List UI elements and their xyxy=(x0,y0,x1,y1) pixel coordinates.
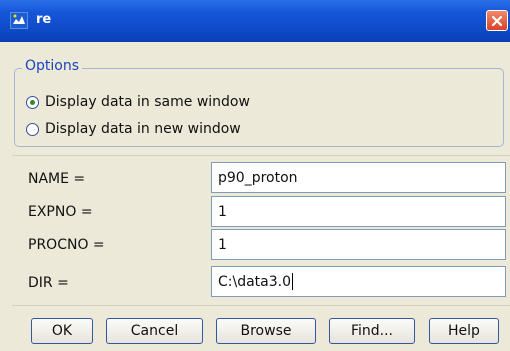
text-caret xyxy=(292,273,294,290)
dir-label: DIR = xyxy=(28,275,69,291)
radio-new-window[interactable]: Display data in new window xyxy=(26,119,241,139)
procno-field[interactable]: 1 xyxy=(211,229,506,260)
procno-value: 1 xyxy=(218,236,227,253)
help-button[interactable]: Help xyxy=(429,318,499,344)
radio-selected-dot xyxy=(30,99,35,105)
name-label: NAME = xyxy=(28,171,86,187)
title-bar[interactable]: re xyxy=(0,0,510,42)
radio-button[interactable] xyxy=(26,95,39,109)
close-icon xyxy=(491,15,503,26)
procno-label: PROCNO = xyxy=(28,237,105,253)
name-value: p90_proton xyxy=(218,169,298,186)
expno-field[interactable]: 1 xyxy=(211,196,506,227)
ok-button[interactable]: OK xyxy=(31,318,93,344)
cancel-button[interactable]: Cancel xyxy=(106,318,203,344)
dialog-window: re Options Display data in same window D… xyxy=(0,0,510,351)
radio-label: Display data in new window xyxy=(45,121,241,137)
find-button[interactable]: Find... xyxy=(329,318,415,344)
dir-value: C:\data3.0 xyxy=(218,273,292,290)
divider xyxy=(12,305,510,306)
radio-button[interactable] xyxy=(26,122,39,136)
app-icon xyxy=(10,12,28,29)
close-button[interactable] xyxy=(486,10,508,31)
options-legend: Options xyxy=(22,58,83,74)
dir-field[interactable]: C:\data3.0 xyxy=(211,266,506,297)
expno-value: 1 xyxy=(218,203,227,220)
radio-label: Display data in same window xyxy=(45,94,250,110)
browse-button[interactable]: Browse xyxy=(216,318,316,344)
expno-label: EXPNO = xyxy=(28,204,93,220)
radio-same-window[interactable]: Display data in same window xyxy=(26,92,250,112)
window-title: re xyxy=(36,12,52,27)
name-field[interactable]: p90_proton xyxy=(211,162,506,193)
divider xyxy=(12,155,510,156)
